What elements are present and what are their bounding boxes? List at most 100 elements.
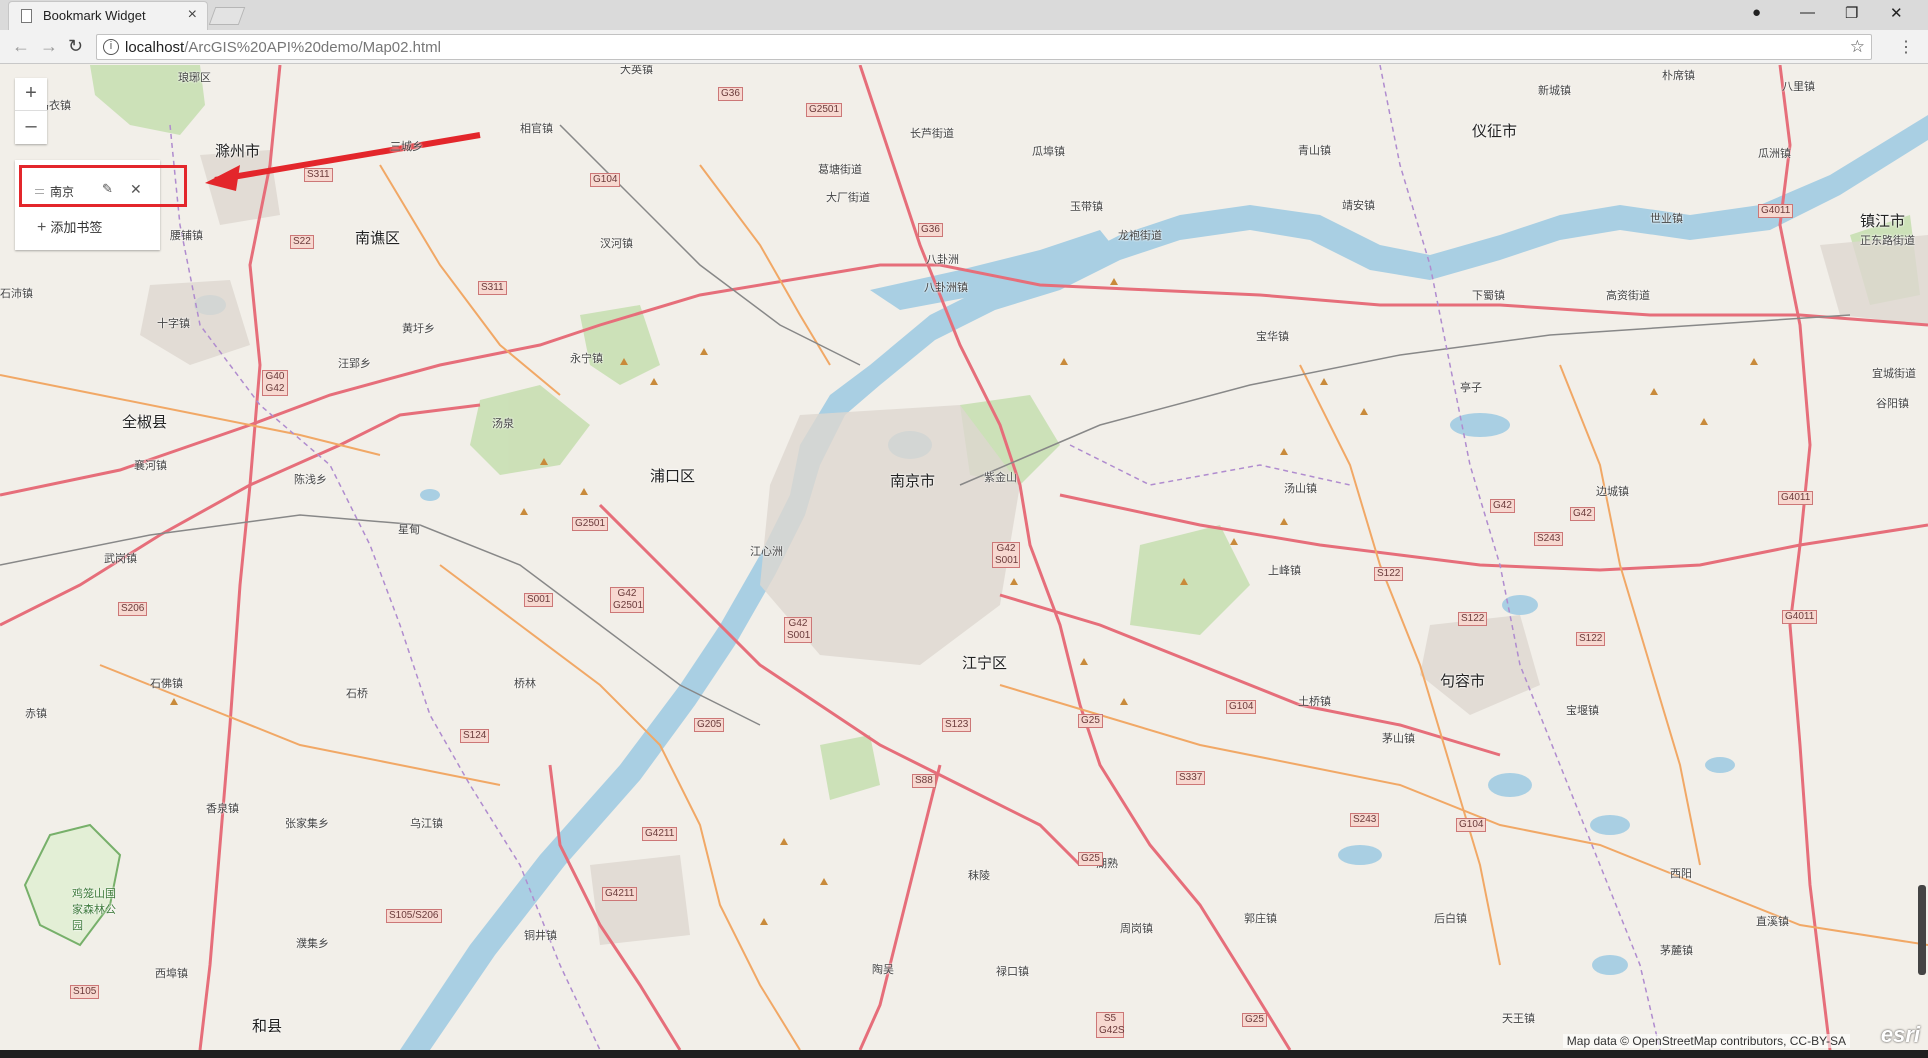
place-label: 上峰镇 xyxy=(1268,565,1301,577)
place-label: 正东路街道 xyxy=(1860,235,1915,247)
road-shield: G42 xyxy=(1490,499,1515,513)
place-label: 八里镇 xyxy=(1782,81,1815,93)
place-label: 秣陵 xyxy=(968,870,990,882)
browser-toolbar: ← → ↻ i localhost/ArcGIS%20API%20demo/Ma… xyxy=(0,30,1928,64)
place-label: 南京市 xyxy=(890,473,936,490)
plus-icon: + xyxy=(37,219,47,236)
road-shield: S311 xyxy=(304,168,333,182)
road-shield: G42 S001 xyxy=(784,617,812,643)
minimize-icon[interactable]: — xyxy=(1800,4,1815,21)
place-label: 青山镇 xyxy=(1298,145,1331,157)
map-attribution: Map data © OpenStreetMap contributors, C… xyxy=(1562,1034,1850,1048)
place-label: 宝堰镇 xyxy=(1566,705,1599,717)
map-basemap xyxy=(0,65,1928,1050)
place-label: 葛塘街道 xyxy=(818,164,862,176)
url-path: /ArcGIS%20API%20demo/Map02.html xyxy=(184,39,441,56)
add-bookmark-button[interactable]: + 添加书签 xyxy=(37,217,102,237)
road-shield: S243 xyxy=(1350,813,1380,827)
esri-logo[interactable]: esri xyxy=(1881,1022,1920,1048)
restore-icon[interactable]: ❐ xyxy=(1845,4,1858,22)
road-shield: G25 xyxy=(1078,714,1103,728)
tab-close-icon[interactable]: × xyxy=(188,6,197,24)
place-label: 边城镇 xyxy=(1596,486,1629,498)
place-label: 茅麓镇 xyxy=(1660,945,1693,957)
place-label: 南谯区 xyxy=(355,230,401,247)
road-shield: S5 G42S xyxy=(1096,1012,1125,1038)
place-label: 香泉镇 xyxy=(206,803,239,815)
place-label: 全椒县 xyxy=(122,414,168,431)
place-label: 石佛镇 xyxy=(150,678,183,690)
address-bar[interactable]: i localhost/ArcGIS%20API%20demo/Map02.ht… xyxy=(96,34,1872,60)
place-label: 茅山镇 xyxy=(1382,733,1415,745)
road-shield: G42 S001 xyxy=(992,542,1020,568)
place-label: 黄圩乡 xyxy=(402,323,435,335)
place-label: 汪郢乡 xyxy=(338,358,371,370)
place-label: 襄河镇 xyxy=(134,460,167,472)
reload-icon[interactable]: ↻ xyxy=(68,36,83,57)
url-text[interactable]: localhost/ArcGIS%20API%20demo/Map02.html xyxy=(125,39,441,56)
place-label: 下蜀镇 xyxy=(1472,290,1505,302)
road-shield: G40 G42 xyxy=(262,370,288,396)
info-icon[interactable]: i xyxy=(103,39,119,55)
add-bookmark-label: 添加书签 xyxy=(50,220,103,235)
road-shield: S123 xyxy=(942,718,972,732)
road-shield: S001 xyxy=(524,593,554,607)
place-label: 相官镇 xyxy=(520,123,553,135)
place-label: 郭庄镇 xyxy=(1244,913,1277,925)
place-label: 八卦洲镇 xyxy=(924,282,968,294)
road-shield: G36 xyxy=(718,87,743,101)
bookmark-star-icon[interactable]: ☆ xyxy=(1850,37,1865,57)
place-label: 江心洲 xyxy=(750,546,783,558)
road-shield: G4011 xyxy=(1778,491,1814,505)
place-label: 龙袍街道 xyxy=(1118,230,1162,242)
place-label: 瓜埠镇 xyxy=(1032,146,1065,158)
place-label: 江宁区 xyxy=(962,655,1008,672)
road-shield: S122 xyxy=(1576,632,1606,646)
window-close-icon[interactable]: ✕ xyxy=(1890,4,1903,22)
road-shield: S22 xyxy=(290,235,314,249)
place-label: 铜井镇 xyxy=(524,930,557,942)
forward-icon[interactable]: → xyxy=(40,36,58,57)
road-shield: G205 xyxy=(694,718,725,732)
taskbar xyxy=(0,1050,1928,1058)
road-shield: G104 xyxy=(1226,700,1257,714)
place-label: 宝华镇 xyxy=(1256,331,1289,343)
zoom-out-button[interactable]: – xyxy=(15,111,47,144)
place-label: 腰铺镇 xyxy=(170,230,203,242)
place-label: 瓜洲镇 xyxy=(1758,148,1791,160)
place-label: 周岗镇 xyxy=(1120,923,1153,935)
road-shield: S124 xyxy=(460,729,490,743)
place-label: 直溪镇 xyxy=(1756,916,1789,928)
profile-icon[interactable]: ● xyxy=(1752,4,1761,21)
browser-tab[interactable]: Bookmark Widget × xyxy=(8,1,208,30)
place-label: 汤山镇 xyxy=(1284,483,1317,495)
place-label: 高资街道 xyxy=(1606,290,1650,302)
scrollbar-thumb[interactable] xyxy=(1918,885,1926,975)
place-label: 赤镇 xyxy=(25,708,47,720)
road-shield: S122 xyxy=(1458,612,1488,626)
place-label: 大英镇 xyxy=(620,65,653,76)
place-label: 汤泉 xyxy=(492,418,514,430)
place-label: 朴席镇 xyxy=(1662,70,1695,82)
place-label: 滁州市 xyxy=(215,143,261,160)
road-shield: S311 xyxy=(478,281,507,295)
browser-menu-icon[interactable]: ⋮ xyxy=(1898,37,1914,57)
road-shield: S88 xyxy=(912,774,936,788)
road-shield: G104 xyxy=(590,173,621,187)
place-label: 武岗镇 xyxy=(104,553,137,565)
road-shield: S122 xyxy=(1374,567,1404,581)
new-tab-button[interactable] xyxy=(208,7,246,25)
place-label: 石桥 xyxy=(346,688,368,700)
back-icon[interactable]: ← xyxy=(12,36,30,57)
place-label: 琅琊区 xyxy=(178,72,211,84)
map-view[interactable]: 琅琊区 大英镇 相官镇 三城乡 滁州市 南谯区 石沛镇 十字镇 黄圩乡 汪郢乡 … xyxy=(0,65,1928,1050)
place-label: 西埠镇 xyxy=(155,968,188,980)
place-label: 镇江市 xyxy=(1860,213,1906,230)
road-shield: G36 xyxy=(918,223,943,237)
place-label: 桥林 xyxy=(514,678,536,690)
place-label: 鸡笼山国家森林公园 xyxy=(72,888,116,932)
place-label: 和县 xyxy=(252,1018,283,1035)
place-label: 三城乡 xyxy=(390,141,423,153)
place-label: 世业镇 xyxy=(1650,213,1683,225)
zoom-in-button[interactable]: + xyxy=(15,78,47,111)
